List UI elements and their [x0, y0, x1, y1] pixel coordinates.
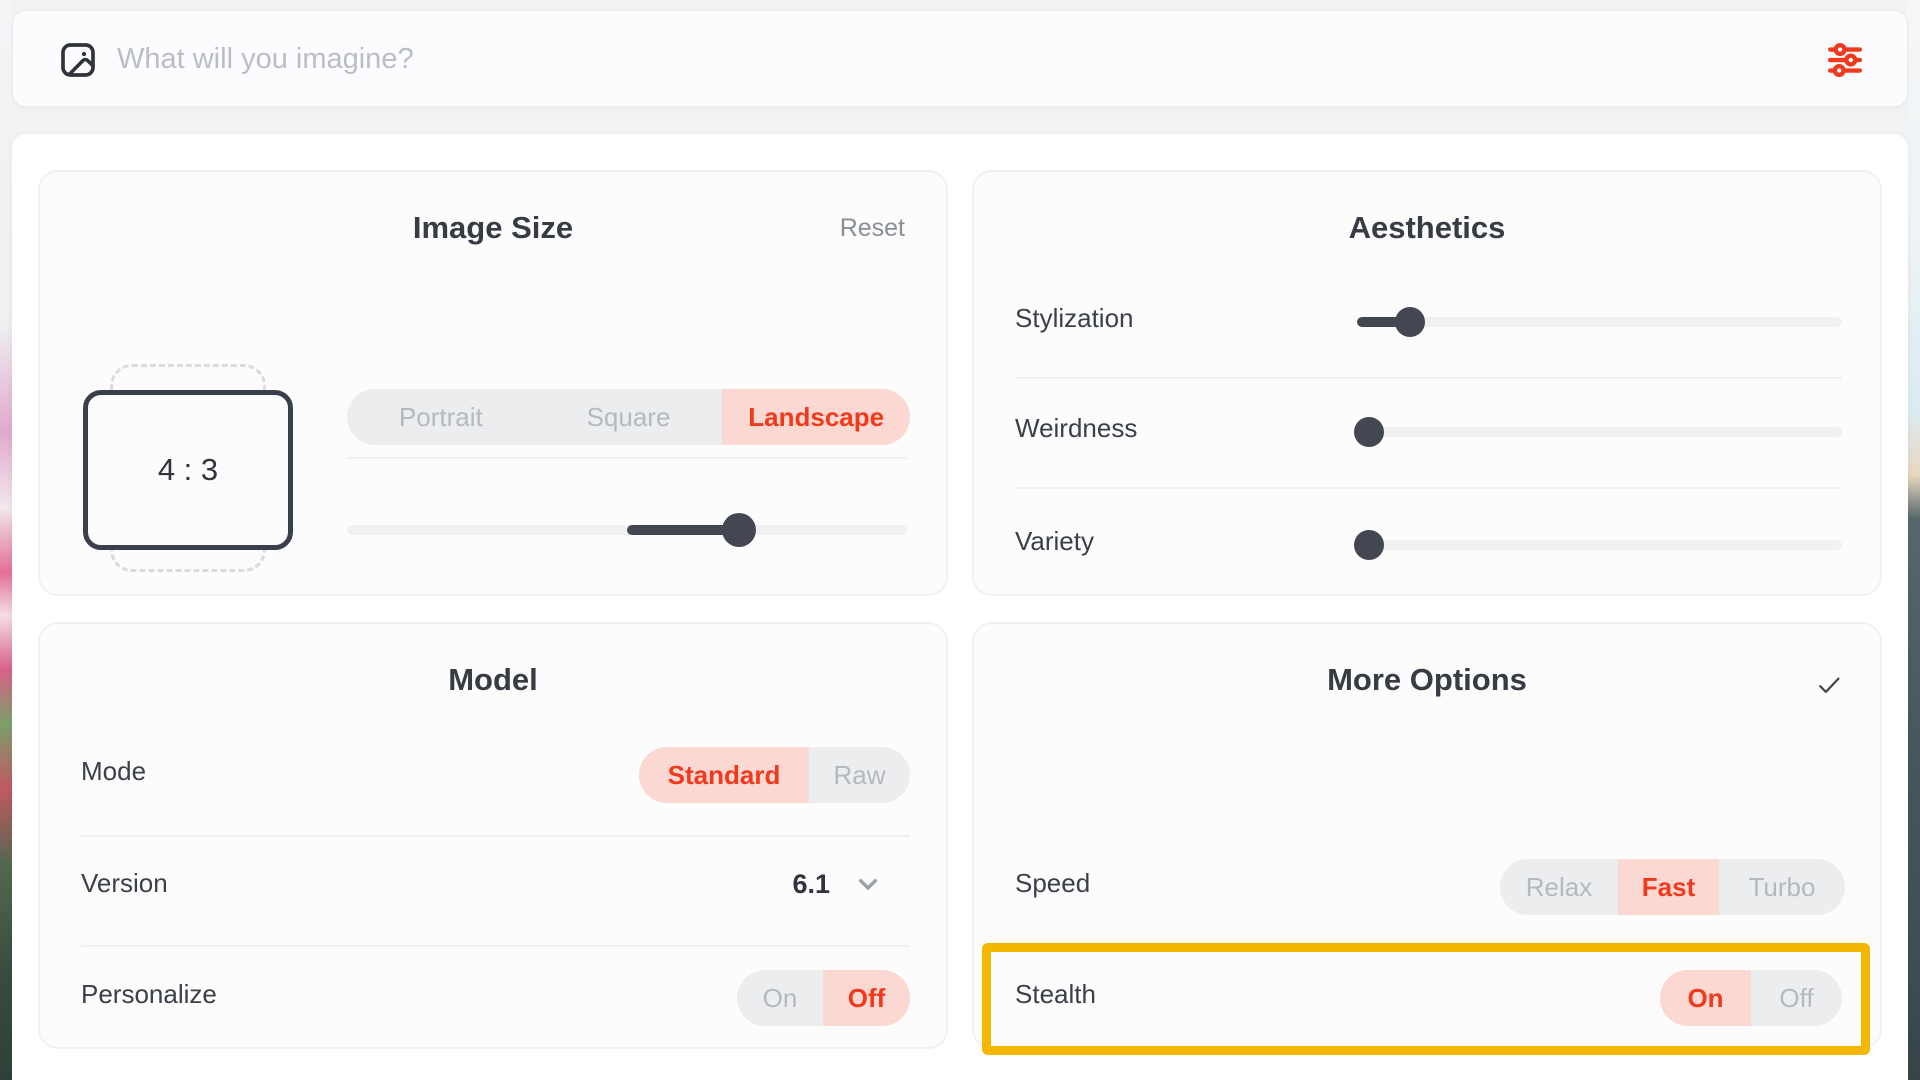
divider [1015, 487, 1842, 489]
slider-knob[interactable] [722, 513, 756, 547]
panel-more-options: More Options Speed Relax Fast Turbo Stea… [972, 622, 1882, 1049]
stealth-option-on[interactable]: On [1660, 970, 1751, 1026]
slider-knob[interactable] [1395, 307, 1425, 337]
mode-toggle: Standard Raw [639, 747, 910, 803]
mode-option-standard[interactable]: Standard [639, 747, 809, 803]
stealth-option-off[interactable]: Off [1751, 970, 1842, 1026]
speed-option-turbo[interactable]: Turbo [1719, 859, 1845, 915]
slider-knob[interactable] [1354, 530, 1384, 560]
divider [347, 457, 907, 459]
image-size-title: Image Size [40, 212, 946, 243]
speed-option-fast[interactable]: Fast [1618, 859, 1719, 915]
reset-button[interactable]: Reset [840, 216, 905, 241]
stylization-slider[interactable] [1357, 317, 1842, 327]
orientation-option-square[interactable]: Square [535, 389, 723, 445]
divider [81, 945, 910, 947]
variety-label: Variety [1015, 528, 1094, 554]
version-value[interactable]: 6.1 [792, 871, 830, 898]
image-icon[interactable] [58, 40, 98, 80]
orientation-toggle: Portrait Square Landscape [347, 389, 910, 445]
panel-aesthetics: Aesthetics Stylization Weirdness Variety [972, 170, 1882, 596]
prompt-bar [12, 10, 1908, 107]
weirdness-label: Weirdness [1015, 415, 1137, 441]
speed-toggle: Relax Fast Turbo [1500, 859, 1845, 915]
mode-label: Mode [81, 758, 146, 784]
prompt-input[interactable] [117, 29, 1767, 89]
version-label: Version [81, 870, 168, 896]
model-title: Model [40, 664, 946, 695]
personalize-option-off[interactable]: Off [823, 970, 910, 1026]
panel-image-size: Image Size Reset 4 : 3 Portrait Square L… [38, 170, 948, 596]
variety-slider[interactable] [1357, 540, 1842, 550]
divider [81, 835, 910, 837]
aspect-ratio-preview[interactable]: 4 : 3 [83, 390, 293, 550]
stealth-label: Stealth [1015, 981, 1096, 1007]
background-image-strip-right [1907, 0, 1920, 1080]
personalize-label: Personalize [81, 981, 217, 1007]
sliders-icon[interactable] [1824, 39, 1866, 81]
speed-label: Speed [1015, 870, 1090, 896]
more-options-title: More Options [974, 664, 1880, 695]
weirdness-slider[interactable] [1357, 427, 1842, 437]
chevron-down-icon[interactable] [852, 868, 884, 900]
aesthetics-title: Aesthetics [974, 212, 1880, 243]
personalize-option-on[interactable]: On [737, 970, 823, 1026]
aspect-ratio-label: 4 : 3 [158, 452, 218, 488]
image-size-slider[interactable] [347, 525, 907, 535]
settings-modal: Image Size Reset 4 : 3 Portrait Square L… [12, 134, 1908, 1080]
speed-option-relax[interactable]: Relax [1500, 859, 1618, 915]
mode-option-raw[interactable]: Raw [809, 747, 910, 803]
panel-model: Model Mode Standard Raw Version 6.1 Pers… [38, 622, 948, 1049]
stylization-label: Stylization [1015, 305, 1134, 331]
orientation-option-landscape[interactable]: Landscape [722, 389, 910, 445]
check-icon[interactable] [1814, 670, 1844, 700]
personalize-toggle: On Off [737, 970, 910, 1026]
orientation-option-portrait[interactable]: Portrait [347, 389, 535, 445]
stealth-toggle: On Off [1660, 970, 1842, 1026]
divider [1015, 377, 1842, 379]
slider-knob[interactable] [1354, 417, 1384, 447]
